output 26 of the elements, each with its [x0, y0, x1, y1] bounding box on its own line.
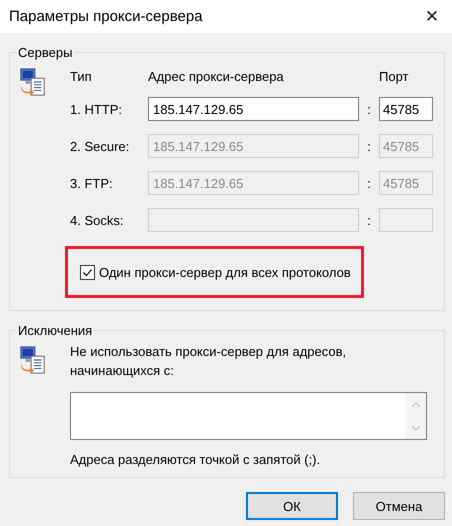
protocol-label: 3. FTP: [70, 176, 114, 190]
port-field[interactable]: 45785 [379, 97, 433, 121]
column-header: Адрес прокси-сервера [148, 69, 285, 84]
colon-separator: : [366, 102, 372, 116]
scroll-down-icon[interactable] [411, 424, 421, 430]
exceptions-field[interactable] [70, 392, 427, 440]
protocol-label: 4. Socks: [70, 212, 124, 228]
group-title: Исключения [17, 323, 94, 338]
checkbox[interactable] [80, 264, 95, 280]
colon-separator: : [366, 212, 372, 228]
checkbox-label[interactable]: Один прокси-сервер для всех протоколов [99, 264, 351, 280]
scrollbar[interactable] [406, 393, 426, 439]
protocol-label: 2. Secure: [70, 138, 130, 154]
colon-separator: : [366, 176, 372, 190]
ok-button[interactable]: ОК [246, 492, 338, 520]
description-text: Не использовать прокси-сервер для адресов, начинающихся с: [70, 343, 348, 380]
group-title: Серверы [17, 45, 74, 60]
column-header: Порт [379, 69, 410, 84]
protocol-label: 1. HTTP: [70, 102, 124, 116]
hint-text: Адреса разделяются точкой с запятой (;). [70, 452, 322, 467]
scroll-up-icon[interactable] [411, 402, 421, 408]
window-title: Параметры прокси-сервера [9, 8, 203, 25]
colon-separator: : [366, 138, 372, 154]
address-field[interactable]: 185.147.129.65 [148, 97, 359, 121]
column-header: Тип [70, 69, 93, 84]
cancel-button[interactable]: Отмена [353, 492, 445, 520]
